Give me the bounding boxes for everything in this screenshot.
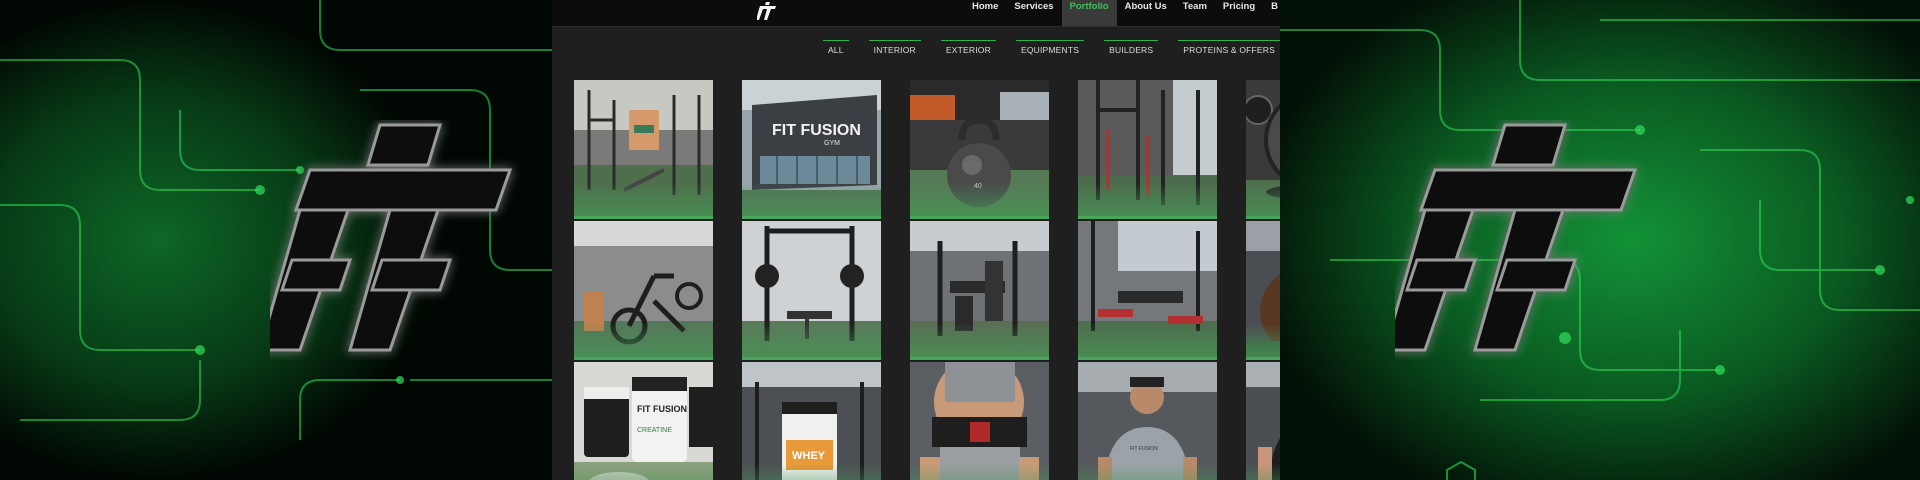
filter-exterior[interactable]: EXTERIOR (940, 40, 996, 55)
gallery-tile[interactable] (1078, 80, 1217, 219)
tile-green-overlay (1246, 464, 1280, 480)
gallery-tile[interactable] (574, 221, 713, 360)
nav-pricing[interactable]: Pricing (1215, 0, 1263, 26)
creatine-supplements-photo: FIT FUSION CREATINE (574, 362, 713, 480)
portfolio-gallery: FIT FUSION GYM 40 (574, 80, 1280, 480)
gallery-tile[interactable]: FIT FUSION GYM (742, 80, 881, 219)
tile-green-overlay (574, 182, 713, 216)
gallery-tile[interactable] (910, 221, 1049, 360)
gallery-tile[interactable]: FIT FUSION (1078, 362, 1217, 480)
svg-text:WHEY: WHEY (792, 450, 826, 462)
gallery-tile[interactable] (574, 80, 713, 219)
tile-green-overlay (1078, 464, 1217, 480)
filter-equipments[interactable]: EQUIPMENTS (1015, 40, 1085, 55)
svg-text:FIT FUSION: FIT FUSION (637, 404, 687, 414)
nav-portfolio[interactable]: Portfolio (1061, 0, 1117, 26)
tile-green-overlay (910, 323, 1049, 357)
filter-all[interactable]: ALL (822, 40, 849, 55)
main-nav: Home Services Portfolio About Us Team Pr… (964, 0, 1280, 26)
top-navbar: Home Services Portfolio About Us Team Pr… (552, 0, 1280, 26)
navbar-divider (552, 26, 1280, 27)
tile-green-overlay (1246, 182, 1280, 216)
portfolio-filters: ALL INTERIOR EXTERIOR EQUIPMENTS BUILDER… (803, 40, 1280, 60)
fit-fusion-logo-right (1395, 123, 1638, 352)
filter-proteins-offers[interactable]: PROTEINS & OFFERS (1178, 40, 1280, 55)
tile-green-overlay (742, 323, 881, 357)
svg-text:GYM: GYM (824, 140, 840, 147)
gallery-tile[interactable] (742, 221, 881, 360)
gallery-tile[interactable]: WHEY (742, 362, 881, 480)
lifting-belt-photo (910, 362, 1049, 480)
gallery-tile[interactable] (1246, 80, 1280, 219)
tile-green-overlay (742, 182, 881, 216)
website-screenshot: Home Services Portfolio About Us Team Pr… (552, 0, 1280, 480)
gallery-tile[interactable]: FIT FUSION CREATINE (574, 362, 713, 480)
tile-green-overlay (1246, 323, 1280, 357)
tile-green-overlay (1078, 182, 1217, 216)
nav-about-us[interactable]: About Us (1117, 0, 1175, 26)
nav-team[interactable]: Team (1175, 0, 1215, 26)
tile-green-overlay (910, 182, 1049, 216)
svg-text:CREATINE: CREATINE (637, 427, 672, 434)
brand-logo-icon[interactable] (757, 2, 777, 20)
tile-green-overlay (910, 464, 1049, 480)
trainer-hoodie-photo (1246, 362, 1280, 480)
svg-text:FIT FUSION: FIT FUSION (1130, 446, 1158, 452)
tile-green-overlay (574, 323, 713, 357)
tile-green-overlay (574, 464, 713, 480)
svg-text:FIT FUSION: FIT FUSION (772, 122, 861, 139)
nav-home[interactable]: Home (964, 0, 1006, 26)
whey-protein-photo: WHEY (742, 362, 881, 480)
filter-builders[interactable]: BUILDERS (1104, 40, 1159, 55)
gallery-tile[interactable] (910, 362, 1049, 480)
gallery-tile[interactable]: 40 (910, 80, 1049, 219)
gallery-tile[interactable] (1246, 362, 1280, 480)
filter-interior[interactable]: INTERIOR (868, 40, 921, 55)
gallery-tile[interactable]: RONNIE (1246, 221, 1280, 360)
trainer-man-photo: FIT FUSION (1078, 362, 1217, 480)
gallery-tile[interactable] (1078, 221, 1217, 360)
tile-green-overlay (742, 464, 881, 480)
nav-services[interactable]: Services (1006, 0, 1061, 26)
fit-fusion-logo-left (270, 123, 513, 352)
tile-green-overlay (1078, 323, 1217, 357)
nav-truncated-item[interactable]: B (1263, 0, 1280, 26)
